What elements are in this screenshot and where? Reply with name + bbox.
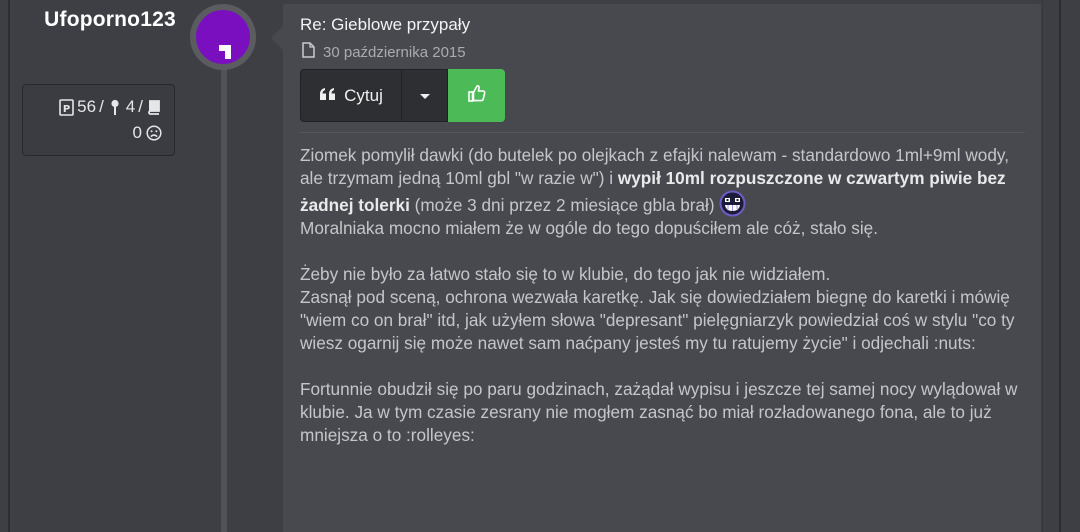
stats-separator: / — [99, 97, 104, 116]
author-stats-box: P 56 / 4 / 0 — [22, 84, 175, 156]
post-paragraph: Moralniaka mocno miałem że w ogóle do te… — [300, 218, 878, 238]
post-action-buttons: Cytuj — [300, 69, 505, 122]
document-icon — [302, 42, 315, 62]
svg-text:P: P — [62, 104, 69, 115]
post-text: (może 3 dni przez 2 miesiące gbla brał) — [409, 195, 715, 215]
posts-count: 56 — [77, 97, 97, 116]
quote-icon — [319, 86, 337, 106]
quote-button[interactable]: Cytuj — [300, 69, 402, 122]
forum-post-page: Ufoporno123 P 56 / 4 / 0 Re: Gieblowe pr… — [0, 0, 1080, 532]
post-pointer-arrow — [271, 26, 283, 50]
avatar-initial-glyph — [219, 45, 231, 59]
grin-smiley-icon — [719, 190, 746, 217]
caret-down-icon — [419, 87, 431, 105]
quote-dropdown-button[interactable] — [402, 69, 448, 122]
avatar-ring[interactable] — [190, 4, 256, 70]
frame-line-right — [1059, 0, 1061, 532]
post-title[interactable]: Re: Gieblowe przypały — [300, 15, 470, 35]
like-button[interactable] — [448, 69, 505, 122]
author-stats-line: P 56 / 4 / — [58, 97, 162, 117]
book-icon — [146, 98, 162, 116]
post-date[interactable]: 30 października 2015 — [302, 42, 466, 62]
thread-timeline — [221, 60, 227, 532]
sad-face-icon — [146, 124, 162, 142]
stats-separator: / — [138, 97, 143, 116]
thumbs-up-icon — [467, 83, 487, 108]
post-date-text: 30 października 2015 — [323, 43, 466, 61]
pin-icon — [107, 98, 123, 116]
post-paragraph: Ziomek pomylił dawki (do butelek po olej… — [300, 144, 1028, 217]
trips-count: 4 — [125, 97, 136, 116]
document-p-icon: P — [58, 98, 74, 116]
frame-line-left — [8, 0, 10, 532]
post-divider — [300, 132, 1025, 133]
author-name[interactable]: Ufoporno123 — [0, 8, 220, 32]
reputation-count: 0 — [132, 123, 142, 142]
frame-line-right-inner — [1042, 0, 1043, 532]
post-paragraph: Fortunnie obudził się po paru godzinach,… — [300, 379, 1018, 445]
quote-button-label: Cytuj — [344, 85, 383, 105]
post-paragraph: Żeby nie było za łatwo stało się to w kl… — [300, 264, 831, 284]
post-paragraph: Zasnął pod sceną, ochrona wezwała karetk… — [300, 287, 1015, 353]
post-body: Ziomek pomylił dawki (do butelek po olej… — [300, 144, 1028, 447]
avatar[interactable] — [196, 10, 250, 64]
reputation-line: 0 — [133, 123, 162, 143]
